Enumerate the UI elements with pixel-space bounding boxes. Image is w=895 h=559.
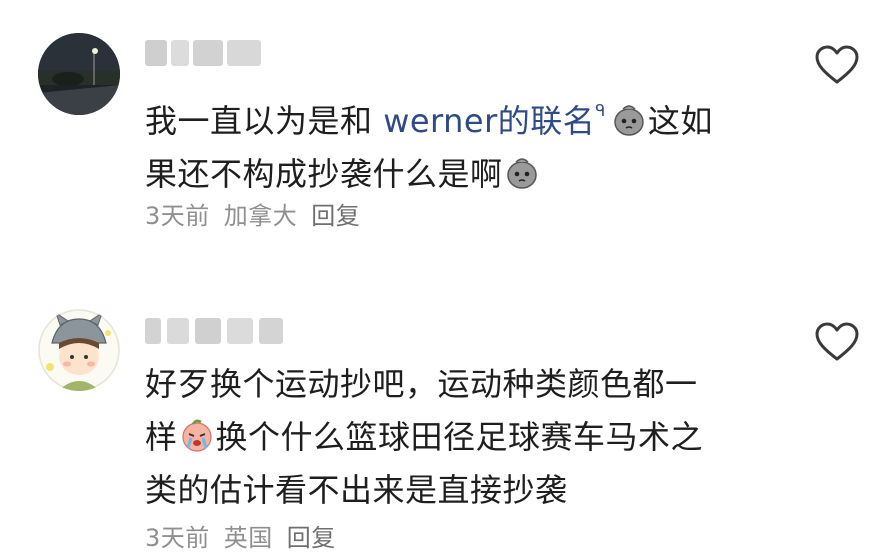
crying-peach-emoji-icon [181,419,212,452]
cartoon-totoro-hat-avatar-icon [38,309,120,391]
username-blurred[interactable] [145,36,263,70]
grumpy-bun-emoji-icon [506,158,537,189]
grumpy-bun-emoji-icon [614,105,644,136]
reply-button[interactable]: 回复 [311,202,360,230]
like-button[interactable] [814,44,860,86]
comment-time: 3天前 [145,524,210,552]
comment-text-segment: 类的估计看不出来是直接抄袭 [145,471,568,509]
avatar[interactable] [38,309,120,391]
username-blurred[interactable] [145,314,285,348]
avatar[interactable] [38,33,120,115]
comment-text: 好歹换个运动抄吧，运动种类颜色都一样 换个什么篮球田径足球赛车马术之类的估计看不… [145,358,785,517]
comment-text-segment: 这如 [647,102,713,140]
comment-meta: 3天前 英国 回复 [145,518,350,553]
mention-link[interactable]: werner [383,102,498,140]
heart-outline-icon [815,322,859,361]
comment-text-segment: 样 [145,418,178,456]
comment-text-segment: 的联名 [497,102,596,140]
comment-meta: 3天前 加拿大 回复 [145,196,374,231]
comment-location: 英国 [223,524,273,552]
heart-outline-icon [815,45,859,84]
comment-text-segment: 换个什么篮球田径足球赛车马术之 [215,418,704,456]
night-road-photo-avatar-icon [38,33,120,115]
comment-location: 加拿大 [223,202,298,230]
comment-text-segment: 好歹换个运动抄吧，运动种类颜色都一 [145,365,698,403]
superscript-mark: ᑫ [595,101,606,120]
like-button[interactable] [814,321,860,363]
comment-text-segment: 果还不构成抄袭什么是啊 [145,155,503,193]
comment-text-segment: 我一直以为是和 [145,102,384,140]
comment-text: 我一直以为是和 werner的联名ᑫ 这如果还不构成抄袭什么是啊 [145,84,785,201]
reply-button[interactable]: 回复 [287,524,336,552]
comment-time: 3天前 [145,202,210,230]
